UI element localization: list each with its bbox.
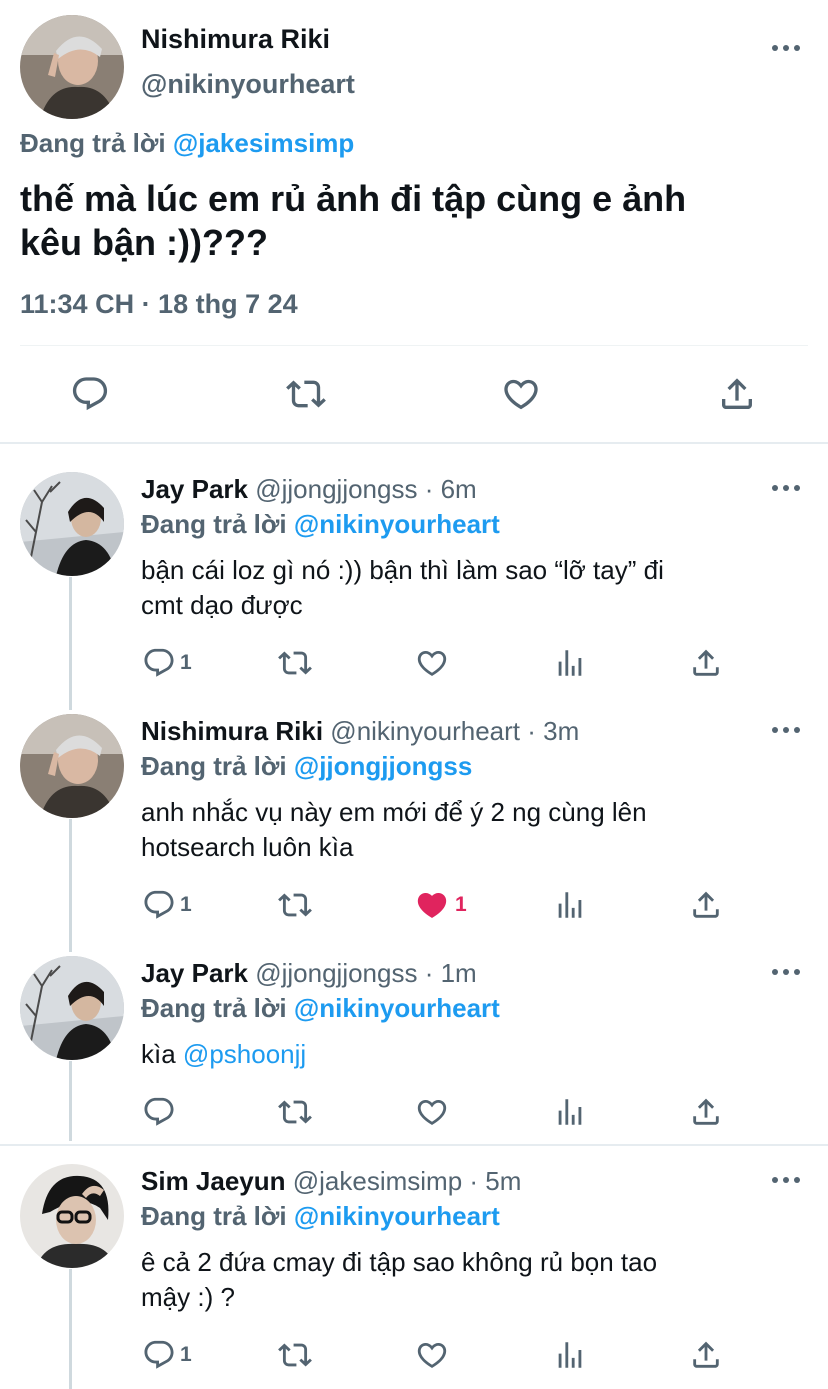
- tweet-text-line-2: cmt dạo được: [141, 590, 303, 620]
- more-icon[interactable]: [771, 483, 801, 493]
- more-icon[interactable]: [771, 1175, 801, 1185]
- analytics-icon[interactable]: [553, 646, 587, 680]
- reply-icon[interactable]: [142, 1338, 176, 1372]
- avatar[interactable]: [20, 1164, 124, 1268]
- reply-to-link[interactable]: @nikinyourheart: [294, 509, 500, 539]
- author-name[interactable]: Jay Park: [141, 958, 248, 988]
- reply-icon[interactable]: [142, 888, 176, 922]
- avatar[interactable]: [20, 472, 124, 576]
- reply-header: Nishimura Riki @nikinyourheart · 3m: [141, 716, 579, 747]
- reply-context: Đang trả lời @jakesimsimp: [20, 128, 354, 159]
- tweet-text-line-2: kêu bận :))???: [20, 222, 268, 263]
- reply-context: Đang trả lời @nikinyourheart: [141, 509, 500, 540]
- retweet-icon[interactable]: [278, 1095, 312, 1129]
- thread-line: [69, 577, 72, 710]
- reply-prefix: Đang trả lời: [141, 751, 287, 781]
- retweet-icon[interactable]: [278, 646, 312, 680]
- share-icon[interactable]: [689, 646, 723, 680]
- thread-line: [69, 1061, 72, 1141]
- tweet-text-line-1: ê cả 2 đứa cmay đi tập sao không rủ bọn …: [141, 1247, 658, 1277]
- reply-count: 1: [180, 1343, 192, 1366]
- analytics-icon[interactable]: [553, 888, 587, 922]
- author-name[interactable]: Nishimura Riki: [141, 716, 323, 746]
- reply-prefix: Đang trả lời: [141, 509, 287, 539]
- tweet-text-line-2: hotsearch luôn kìa: [141, 832, 354, 862]
- share-icon[interactable]: [689, 1095, 723, 1129]
- avatar[interactable]: [20, 15, 124, 119]
- reply-prefix: Đang trả lời: [20, 128, 166, 158]
- reply-to-link[interactable]: @jakesimsimp: [173, 128, 354, 158]
- retweet-icon[interactable]: [278, 1338, 312, 1372]
- like-icon[interactable]: [415, 646, 449, 680]
- share-icon[interactable]: [689, 888, 723, 922]
- avatar[interactable]: [20, 714, 124, 818]
- reply-to-link[interactable]: @nikinyourheart: [294, 1201, 500, 1231]
- analytics-icon[interactable]: [553, 1338, 587, 1372]
- tweet-text-line-1: kìa @pshoonjj: [141, 1039, 306, 1070]
- author-handle-time[interactable]: @jjongjjongss · 6m: [255, 474, 476, 504]
- reply-icon[interactable]: [142, 1095, 176, 1129]
- thread-line: [69, 819, 72, 952]
- tweet-text-line-2: mậy :) ?: [141, 1282, 235, 1312]
- tweet-text: kìa: [141, 1039, 183, 1069]
- divider: [20, 345, 808, 346]
- reply-context: Đang trả lời @jjongjjongss: [141, 751, 472, 782]
- reply-context: Đang trả lời @nikinyourheart: [141, 1201, 500, 1232]
- reply-header: Sim Jaeyun @jakesimsimp · 5m: [141, 1166, 521, 1197]
- retweet-icon[interactable]: [278, 888, 312, 922]
- author-name[interactable]: Jay Park: [141, 474, 248, 504]
- reply-count: 1: [180, 893, 192, 916]
- author-handle-time[interactable]: @jjongjjongss · 1m: [255, 958, 476, 988]
- author-handle-time[interactable]: @nikinyourheart · 3m: [330, 716, 579, 746]
- reply-header: Jay Park @jjongjjongss · 6m: [141, 474, 477, 505]
- author-name[interactable]: Nishimura Riki: [141, 24, 330, 55]
- more-icon[interactable]: [771, 43, 801, 53]
- author-handle-time[interactable]: @jakesimsimp · 5m: [293, 1166, 522, 1196]
- like-icon[interactable]: [415, 1095, 449, 1129]
- section-separator: [0, 442, 828, 444]
- tweet-text-line-1: bận cái loz gì nó :)) bận thì làm sao “l…: [141, 555, 664, 585]
- retweet-icon[interactable]: [286, 374, 326, 414]
- thread-line: [69, 1269, 72, 1389]
- timestamp[interactable]: 11:34 CH · 18 thg 7 24: [20, 289, 298, 320]
- mention-link[interactable]: @pshoonjj: [183, 1039, 306, 1069]
- author-name[interactable]: Sim Jaeyun: [141, 1166, 286, 1196]
- reply-prefix: Đang trả lời: [141, 1201, 287, 1231]
- liked-heart-icon[interactable]: [415, 888, 449, 922]
- reply-prefix: Đang trả lời: [141, 993, 287, 1023]
- section-separator: [0, 1144, 828, 1146]
- reply-icon[interactable]: [142, 646, 176, 680]
- reply-to-link[interactable]: @jjongjjongss: [294, 751, 472, 781]
- more-icon[interactable]: [771, 967, 801, 977]
- reply-header: Jay Park @jjongjjongss · 1m: [141, 958, 477, 989]
- reply-context: Đang trả lời @nikinyourheart: [141, 993, 500, 1024]
- share-icon[interactable]: [689, 1338, 723, 1372]
- avatar[interactable]: [20, 956, 124, 1060]
- author-handle[interactable]: @nikinyourheart: [141, 69, 355, 100]
- reply-icon[interactable]: [70, 374, 110, 414]
- like-icon[interactable]: [415, 1338, 449, 1372]
- more-icon[interactable]: [771, 725, 801, 735]
- tweet-text-line-1: thế mà lúc em rủ ảnh đi tập cùng e ảnh: [20, 178, 687, 219]
- like-icon[interactable]: [501, 374, 541, 414]
- like-count: 1: [455, 893, 467, 916]
- tweet-text-line-1: anh nhắc vụ này em mới để ý 2 ng cùng lê…: [141, 797, 647, 827]
- analytics-icon[interactable]: [553, 1095, 587, 1129]
- share-icon[interactable]: [717, 374, 757, 414]
- reply-to-link[interactable]: @nikinyourheart: [294, 993, 500, 1023]
- reply-count: 1: [180, 651, 192, 674]
